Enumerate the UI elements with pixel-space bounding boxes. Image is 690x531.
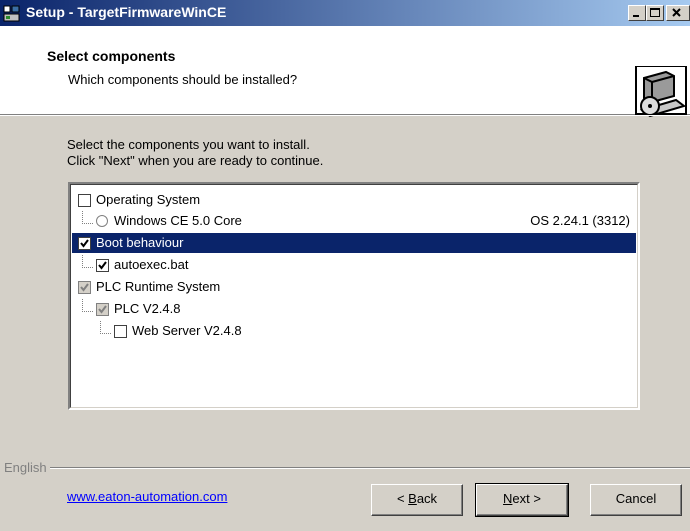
component-autoexec[interactable]: autoexec.bat	[72, 255, 636, 275]
language-label: English	[4, 460, 50, 475]
component-label: Windows CE 5.0 Core	[114, 213, 242, 228]
back-button[interactable]: < Back	[371, 484, 463, 516]
next-button[interactable]: Next >	[475, 483, 569, 517]
title-bar[interactable]: Setup - TargetFirmwareWinCE	[0, 0, 690, 26]
minimize-button[interactable]	[628, 5, 646, 21]
page-title: Select components	[47, 48, 176, 64]
component-web-server[interactable]: Web Server V2.4.8	[72, 321, 636, 341]
component-boot-behaviour[interactable]: Boot behaviour	[72, 233, 636, 253]
tree-connector	[82, 211, 93, 224]
page-subtitle: Which components should be installed?	[68, 72, 298, 87]
close-button[interactable]	[666, 5, 690, 21]
checkbox[interactable]	[114, 325, 127, 338]
checkbox[interactable]	[78, 281, 91, 294]
component-label: PLC Runtime System	[96, 279, 221, 294]
checkbox[interactable]	[96, 259, 109, 272]
instruction-line-2: Click "Next" when you are ready to conti…	[67, 153, 324, 168]
maximize-button[interactable]	[646, 5, 664, 21]
setup-app-icon	[3, 4, 21, 22]
component-plc-runtime[interactable]: PLC Runtime System	[72, 277, 636, 297]
next-label-rest: ext >	[512, 491, 541, 506]
component-label: Boot behaviour	[96, 235, 184, 250]
component-version: OS 2.24.1 (3312)	[530, 213, 630, 228]
back-label-prefix: <	[396, 491, 409, 506]
component-plc[interactable]: PLC V2.4.8	[72, 299, 636, 319]
website-link[interactable]: www.eaton-automation.com	[67, 489, 227, 504]
checkbox[interactable]	[78, 237, 91, 250]
component-label: autoexec.bat	[114, 257, 189, 272]
setup-computer-icon	[634, 65, 690, 126]
back-label-rest: ack	[416, 491, 438, 506]
tree-connector	[100, 321, 111, 334]
back-label-mnemonic: B	[408, 491, 417, 506]
cancel-button[interactable]: Cancel	[590, 484, 682, 516]
tree-connector	[82, 299, 93, 312]
component-list[interactable]: Operating System Windows CE 5.0 Core OS …	[68, 182, 640, 410]
checkbox[interactable]	[96, 303, 109, 316]
checkbox[interactable]	[78, 194, 91, 207]
tree-connector	[82, 255, 93, 268]
window-title: Setup - TargetFirmwareWinCE	[26, 4, 227, 20]
component-label: Operating System	[96, 192, 201, 207]
component-label: PLC V2.4.8	[114, 301, 181, 316]
component-operating-system[interactable]: Operating System	[72, 190, 636, 210]
footer-divider	[8, 467, 690, 469]
component-label: Web Server V2.4.8	[132, 323, 242, 338]
next-label-mnemonic: N	[503, 491, 513, 506]
radio-button[interactable]	[96, 215, 108, 227]
component-windows-ce-core[interactable]: Windows CE 5.0 Core OS 2.24.1 (3312)	[72, 211, 636, 231]
wizard-header: Select components Which components shoul…	[0, 26, 690, 118]
instruction-line-1: Select the components you want to instal…	[67, 137, 310, 152]
